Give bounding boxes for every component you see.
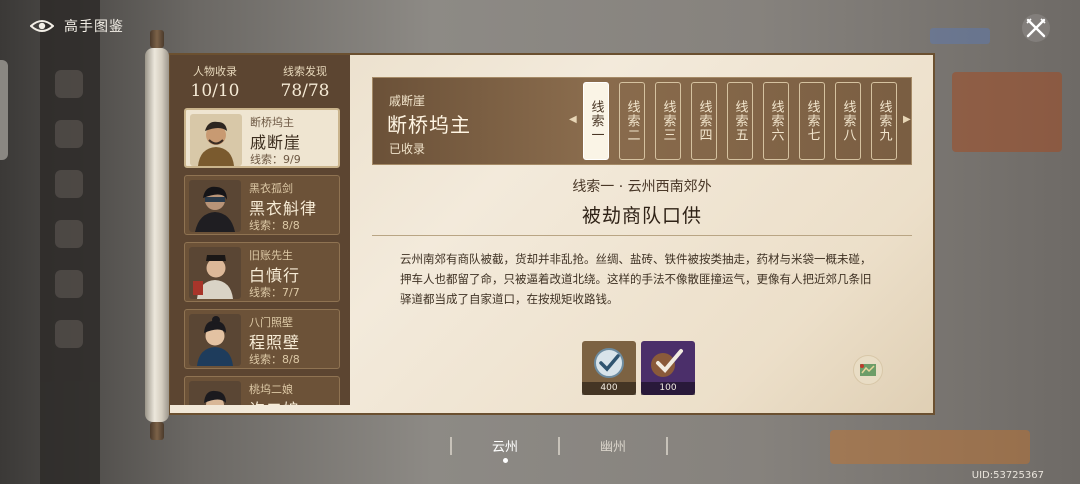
character-name: 许二娘: [249, 396, 300, 405]
divider: [666, 436, 669, 455]
character-name: 黑衣斛律: [249, 199, 318, 218]
tab-clue-1[interactable]: 线索一: [583, 82, 609, 160]
tab-clue-8[interactable]: 线索八: [835, 82, 861, 160]
character-card[interactable]: 八门照壁 程照壁 线索：8/8: [184, 309, 340, 369]
portrait-avatar: [189, 381, 241, 405]
clue-text: 云州南郊有商队被截，货却并非乱抢。丝绸、盐砖、铁件被按类抽走，药材与米袋一概未碰…: [400, 252, 872, 306]
portrait-avatar: [189, 180, 241, 232]
tab-label: 线索五: [732, 100, 748, 142]
check-badge-icon: [594, 348, 624, 378]
character-header: 戚断崖 断桥坞主 已收录 ◀ ▶ 线索一 线索二 线索三 线索四 线索五 线索六…: [372, 77, 912, 165]
character-clue-count: 线索：9/9: [250, 153, 301, 166]
close-icon: [1026, 18, 1046, 38]
divider: [558, 436, 561, 455]
clue-tabs: 线索一 线索二 线索三 线索四 线索五 线索六 线索七 线索八 线索九: [583, 82, 897, 160]
tab-label: 线索一: [588, 100, 604, 142]
character-epithet: 断桥坞主: [250, 116, 294, 129]
background-menu-strip: [40, 0, 100, 484]
portrait-avatar: [190, 114, 242, 166]
item-count: 100: [641, 382, 695, 395]
tab-region-yunzhou[interactable]: 云州: [492, 436, 519, 463]
clue-heading: 被劫商队口供: [581, 205, 702, 227]
character-sidebar: 人物收录 10/10 线索发现 78/78 断桥坞主 戚断崖 线索：9/9 黑衣…: [170, 55, 350, 405]
tab-label: 线索四: [696, 100, 712, 142]
tab-clue-5[interactable]: 线索五: [727, 82, 753, 160]
collected-stat: 人物收录 10/10: [170, 63, 260, 101]
character-card[interactable]: 旧账先生 白慎行 线索：7/7: [184, 242, 340, 302]
character-epithet: 八门照壁: [249, 316, 293, 329]
tab-clue-4[interactable]: 线索四: [691, 82, 717, 160]
tab-label: 线索三: [660, 100, 676, 142]
character-card[interactable]: 黑衣孤剑 黑衣斛律 线索：8/8: [184, 175, 340, 235]
character-card[interactable]: 桃坞二娘 许二娘: [184, 376, 340, 405]
character-clue-count: 线索：8/8: [249, 353, 300, 366]
tab-clue-7[interactable]: 线索七: [799, 82, 825, 160]
region-label: 幽州: [600, 440, 627, 455]
tab-clue-2[interactable]: 线索二: [619, 82, 645, 160]
item-count: 400: [582, 382, 636, 395]
background-button: [830, 430, 1030, 464]
collected-value: 10/10: [190, 81, 240, 101]
header-status: 已收录: [389, 142, 426, 156]
background-edge: [0, 60, 8, 160]
character-name: 白慎行: [249, 266, 301, 285]
user-id: UID:53725367: [971, 470, 1044, 481]
tabs-left-arrow-icon[interactable]: ◀: [569, 114, 577, 125]
map-button[interactable]: [853, 355, 883, 385]
region-tabs: 云州 幽州: [450, 436, 708, 463]
character-name: 程照壁: [249, 333, 301, 352]
scroll-rod: [145, 30, 169, 440]
character-clue-count: 线索：7/7: [249, 286, 300, 299]
collection-stats: 人物收录 10/10 线索发现 78/78: [170, 55, 350, 101]
divider: [372, 235, 912, 236]
divider: [450, 436, 452, 455]
character-epithet: 黑衣孤剑: [249, 182, 293, 195]
reward-item[interactable]: 100: [641, 341, 695, 395]
tab-label: 线索二: [624, 100, 640, 142]
top-bar: 高手图鉴: [30, 16, 124, 36]
reward-item[interactable]: 400: [582, 341, 636, 395]
clue-content: 线索一 · 云州西南郊外 被劫商队口供 云州南郊有商队被截，货却并非乱抢。丝绸、…: [372, 170, 912, 309]
clues-stat: 线索发现 78/78: [260, 63, 350, 101]
close-button[interactable]: [1022, 14, 1050, 42]
character-epithet: 桃坞二娘: [249, 383, 293, 396]
portrait-avatar: [189, 314, 241, 366]
collected-label: 人物收录: [193, 65, 237, 78]
clue-title: 线索一 · 云州西南郊外: [572, 179, 712, 195]
map-icon: [860, 364, 876, 376]
clues-label: 线索发现: [283, 65, 327, 78]
eye-icon: [30, 20, 54, 32]
header-name: 断桥坞主: [387, 113, 471, 137]
region-label: 云州: [492, 440, 519, 455]
header-subtitle: 戚断崖: [389, 94, 426, 108]
character-epithet: 旧账先生: [249, 249, 293, 262]
tabs-right-arrow-icon[interactable]: ▶: [903, 114, 911, 125]
tab-label: 线索六: [768, 100, 784, 142]
check-scroll-icon: [651, 349, 683, 377]
portrait-avatar: [189, 247, 241, 299]
character-clue-count: 线索：8/8: [249, 219, 300, 232]
tab-region-youzhou[interactable]: 幽州: [600, 436, 626, 455]
tab-clue-3[interactable]: 线索三: [655, 82, 681, 160]
tab-label: 线索九: [876, 100, 892, 142]
tab-label: 线索八: [840, 100, 856, 142]
tab-label: 线索七: [804, 100, 820, 142]
tab-clue-6[interactable]: 线索六: [763, 82, 789, 160]
clues-value: 78/78: [280, 81, 330, 101]
character-card[interactable]: 断桥坞主 戚断崖 线索：9/9: [184, 108, 340, 168]
character-list: 断桥坞主 戚断崖 线索：9/9 黑衣孤剑 黑衣斛律 线索：8/8 旧账先生 白慎…: [184, 108, 340, 405]
background-panel: [952, 72, 1062, 152]
tab-clue-9[interactable]: 线索九: [871, 82, 897, 160]
active-indicator: [503, 458, 508, 463]
page-title: 高手图鉴: [64, 19, 124, 35]
character-name: 戚断崖: [250, 133, 302, 152]
background-badge: [930, 28, 990, 44]
